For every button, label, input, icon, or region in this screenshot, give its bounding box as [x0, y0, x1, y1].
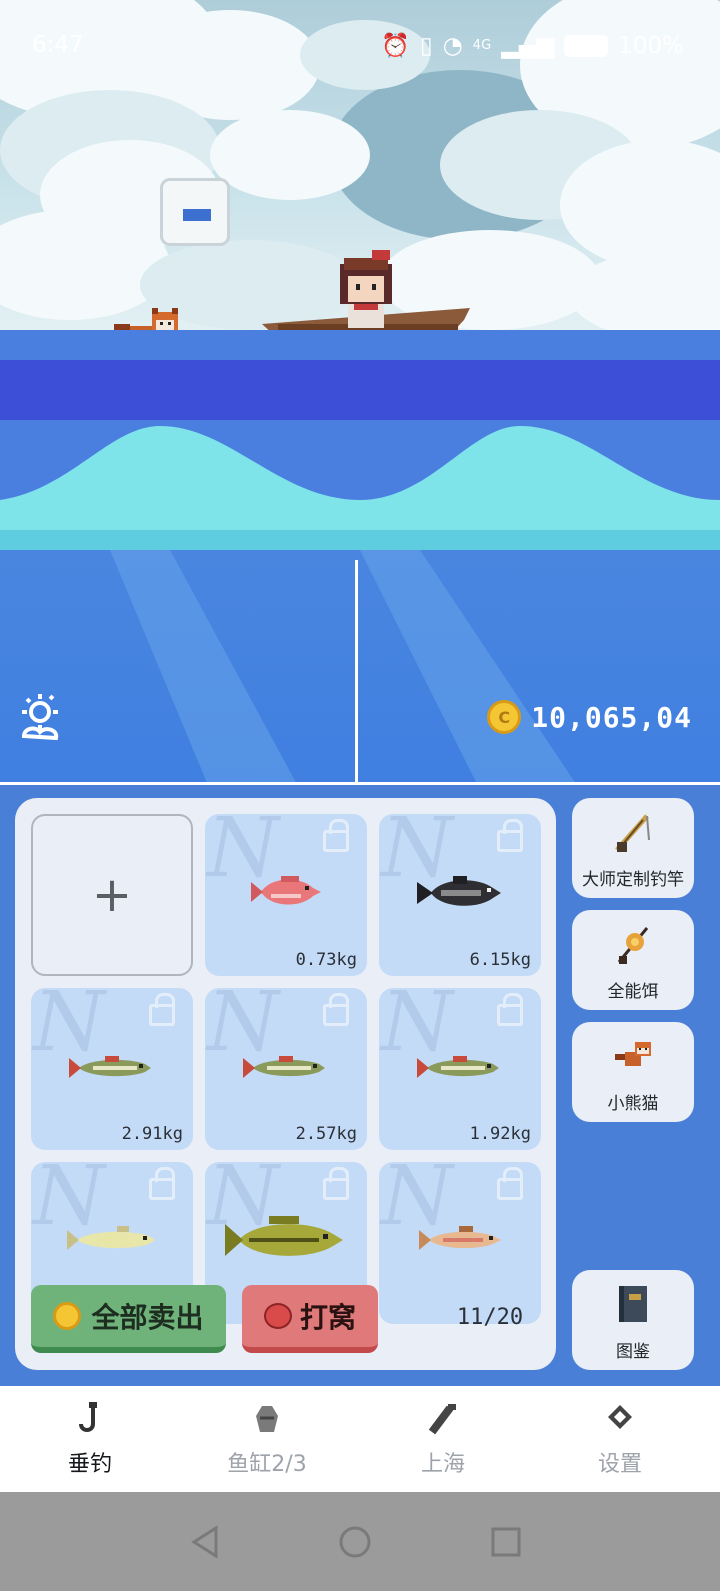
home-icon[interactable] [327, 1514, 383, 1570]
lock-icon[interactable] [323, 819, 349, 852]
fish-weight: 2.91kg [121, 1124, 183, 1144]
recents-icon[interactable] [478, 1514, 534, 1570]
coin-amount: 10,065, [531, 700, 657, 734]
sell-all-button[interactable]: 全部卖出 [31, 1285, 226, 1353]
signal-icon: ▂▄▆ [501, 32, 555, 59]
add-slot-button[interactable]: + [31, 814, 193, 976]
book-icon [619, 1286, 647, 1322]
wave-band [0, 330, 720, 560]
fishing-line [355, 560, 358, 788]
fish-slot[interactable]: N 1.92kg [379, 988, 541, 1150]
fish-slot[interactable]: N 6.15kg [379, 814, 541, 976]
coin-icon: C [487, 700, 522, 734]
trout-icon [419, 1226, 501, 1250]
coin-amount-suffix: 04 [656, 700, 692, 734]
pet-card[interactable]: 小熊猫 [572, 1022, 694, 1122]
bait-card[interactable]: 全能饵 [572, 910, 694, 1010]
lock-icon[interactable] [497, 819, 523, 852]
catfish-icon [417, 876, 501, 906]
vibrate-icon: ▯ [420, 32, 433, 59]
location-icon [428, 1404, 456, 1435]
fish-tank-icon [256, 1406, 278, 1432]
back-icon[interactable] [178, 1514, 234, 1570]
lock-icon[interactable] [149, 993, 175, 1026]
fish-slot[interactable]: N 2.91kg [31, 988, 193, 1150]
nav-label: 鱼缸2/3 [227, 1452, 307, 1477]
bass-icon [225, 1216, 343, 1256]
network-label: 4G [472, 38, 492, 53]
lock-icon[interactable] [149, 1167, 175, 1200]
red-snapper-icon [251, 876, 321, 905]
status-icons: ⏰ ▯ ◔ 4G ▂▄▆ 100% [381, 32, 684, 60]
fishing-rod-icon [615, 814, 650, 852]
encyclopedia-card[interactable]: 图鉴 [572, 1270, 694, 1370]
fish-weight: 6.15kg [469, 950, 531, 970]
pike-icon [69, 1056, 151, 1078]
nav-item-fishing[interactable]: 垂钓 [0, 1386, 180, 1492]
nav-label: 上海 [420, 1452, 465, 1477]
fish-weight: 2.57kg [295, 1124, 357, 1144]
system-nav-bar [0, 1492, 720, 1591]
status-time: 6:47 [32, 32, 84, 58]
nav-item-settings[interactable]: 设置 [530, 1386, 710, 1492]
coin-balance: C 10,065,04 [487, 700, 692, 734]
plus-icon: + [91, 867, 133, 923]
bait-icon [617, 927, 649, 964]
bait-ball-icon [263, 1303, 292, 1329]
fishing-scene[interactable]: 6:47 ⏰ ▯ ◔ 4G ▂▄▆ 100% C 10,065,04 [0, 0, 720, 790]
battery-level: 100% [618, 32, 684, 59]
inventory-capacity: 11/20 [456, 1305, 524, 1330]
battery-icon [564, 34, 609, 57]
fishing-hook-icon [79, 1402, 97, 1432]
game-screen: 6:47 ⏰ ▯ ◔ 4G ▂▄▆ 100% C 10,065,04 + N 0… [0, 0, 720, 1591]
wifi-icon: ◔ [442, 32, 463, 59]
underwater-area [0, 550, 720, 790]
chum-bait-label: 打窝 [299, 1301, 356, 1334]
fish-weight: 1.92kg [469, 1124, 531, 1144]
fish-slot[interactable]: N 2.57kg [205, 988, 367, 1150]
coin-value: 10,065,04 [531, 701, 692, 734]
alarm-icon: ⏰ [381, 33, 411, 59]
pet-label: 小熊猫 [607, 1094, 659, 1114]
fish-slot[interactable]: N [379, 1162, 541, 1324]
lock-icon[interactable] [497, 1167, 523, 1200]
lock-icon[interactable] [323, 1167, 349, 1200]
pike-icon [417, 1056, 499, 1078]
nav-label: 垂钓 [67, 1452, 112, 1477]
fish-hint-icon [183, 209, 211, 221]
sunny-cloud-icon[interactable] [18, 690, 74, 755]
coin-icon [53, 1302, 82, 1330]
sell-all-label: 全部卖出 [91, 1301, 204, 1334]
fish-slot[interactable]: N 0.73kg [205, 814, 367, 976]
chum-bait-button[interactable]: 打窝 [242, 1285, 378, 1353]
fishing-rod-card[interactable]: 大师定制钓竿 [572, 798, 694, 898]
gear-icon [608, 1405, 632, 1429]
nav-item-location[interactable]: 上海 [353, 1386, 533, 1492]
lock-icon[interactable] [497, 993, 523, 1026]
pike-icon [243, 1056, 325, 1078]
fishing-rod-label: 大师定制钓竿 [582, 870, 684, 890]
pale-fish-icon [67, 1226, 155, 1250]
encyclopedia-label: 图鉴 [616, 1342, 650, 1362]
nav-item-fish-tank[interactable]: 鱼缸2/3 [177, 1386, 357, 1492]
status-bar: 6:47 ⏰ ▯ ◔ 4G ▂▄▆ 100% [0, 28, 720, 68]
bait-label: 全能饵 [607, 982, 659, 1002]
bottom-nav: 垂钓 鱼缸2/3 上海 设置 [0, 1386, 720, 1492]
red-panda-icon [615, 1042, 651, 1066]
speech-bubble [160, 178, 230, 246]
fish-weight: 0.73kg [295, 950, 357, 970]
lock-icon[interactable] [323, 993, 349, 1026]
nav-label: 设置 [597, 1452, 642, 1477]
